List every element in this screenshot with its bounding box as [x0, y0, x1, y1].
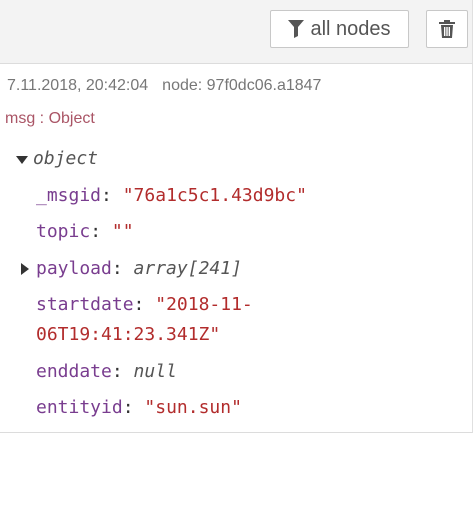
- filter-nodes-label: all nodes: [310, 17, 391, 40]
- filter-nodes-button[interactable]: all nodes: [270, 10, 409, 48]
- field-value: "76a1c5c1.43d9bc": [122, 185, 307, 206]
- message-meta: 7.11.2018, 20:42:04 node: 97f0dc06.a1847: [7, 77, 321, 95]
- field-key: entityid: [36, 397, 123, 418]
- field-key: _msgid: [36, 185, 102, 206]
- tree-row-entityid: entityid: "sun.sun": [36, 397, 242, 418]
- message-type-label: msg : Object: [5, 110, 95, 127]
- field-key: payload: [36, 258, 112, 279]
- tree-row-startdate-cont: 06T19:41:23.341Z": [36, 324, 220, 345]
- message-timestamp: 7.11.2018, 20:42:04: [7, 77, 149, 94]
- tree-row-payload[interactable]: payload: array[241]: [36, 258, 242, 279]
- root-type: object: [33, 148, 99, 169]
- debug-message: 7.11.2018, 20:42:04 node: 97f0dc06.a1847 …: [0, 64, 473, 433]
- field-value: "2018-11-: [155, 294, 253, 315]
- trash-icon: [439, 20, 455, 38]
- tree-row-msgid: _msgid: "76a1c5c1.43d9bc": [36, 185, 307, 206]
- field-value: array[241]: [133, 258, 242, 279]
- funnel-icon: [288, 20, 305, 38]
- expand-caret-icon[interactable]: [21, 263, 29, 275]
- field-key: topic: [36, 221, 91, 242]
- tree-root[interactable]: object: [33, 148, 98, 169]
- debug-toolbar: all nodes: [0, 0, 473, 64]
- field-value: null: [133, 361, 177, 382]
- field-value: "sun.sun": [144, 397, 242, 418]
- collapse-caret-icon[interactable]: [16, 156, 28, 164]
- clear-messages-button[interactable]: [426, 10, 468, 48]
- message-node-link[interactable]: node: 97f0dc06.a1847: [162, 77, 321, 94]
- tree-row-enddate: enddate: null: [36, 361, 177, 382]
- tree-row-topic: topic: "": [36, 221, 134, 242]
- field-value-continued: 06T19:41:23.341Z": [36, 324, 221, 345]
- tree-row-startdate: startdate: "2018-11-: [36, 294, 253, 315]
- field-value: "": [111, 221, 134, 242]
- field-key: startdate: [36, 294, 134, 315]
- field-key: enddate: [36, 361, 112, 382]
